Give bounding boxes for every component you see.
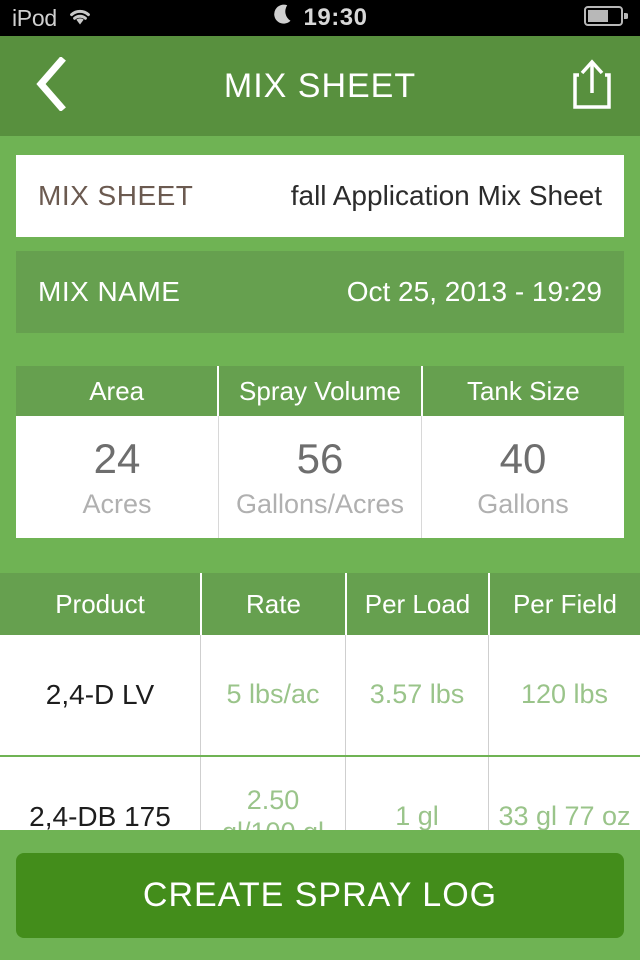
product-per-field: 120 lbs bbox=[520, 679, 609, 710]
product-table: Product Rate Per Load Per Field 2,4-D LV… bbox=[0, 573, 640, 830]
content-scroll-area[interactable]: MIX SHEET fall Application Mix Sheet MIX… bbox=[0, 136, 640, 830]
spray-volume-unit: Gallons/Acres bbox=[235, 488, 405, 519]
product-name-cell: 2,4-D LV bbox=[0, 635, 200, 755]
product-rate-cell: 2.50 gl/100 gl bbox=[200, 757, 345, 830]
spray-volume-value: 56 bbox=[296, 434, 344, 482]
product-per-load-cell: 1 gl bbox=[345, 757, 488, 830]
tank-size-value: 40 bbox=[499, 434, 547, 482]
product-per-field-cell: 120 lbs bbox=[488, 635, 640, 755]
mix-sheet-value: fall Application Mix Sheet bbox=[290, 180, 602, 211]
stats-header-row: Area Spray Volume Tank Size bbox=[16, 366, 624, 416]
stats-cell-area[interactable]: 24 Acres bbox=[16, 416, 218, 538]
chevron-left-icon bbox=[33, 55, 67, 116]
stats-cell-spray-volume[interactable]: 56 Gallons/Acres bbox=[218, 416, 421, 538]
back-button[interactable] bbox=[0, 36, 100, 136]
stats-table: Area Spray Volume Tank Size 24 Acres 56 … bbox=[16, 366, 624, 538]
stats-header-tank: Tank Size bbox=[420, 366, 624, 416]
moon-icon bbox=[273, 3, 295, 33]
share-icon bbox=[570, 57, 614, 116]
product-name: 2,4-D LV bbox=[45, 679, 155, 710]
tank-size-unit: Gallons bbox=[477, 488, 569, 519]
product-header-per-field: Per Field bbox=[488, 573, 640, 635]
status-bar: iPod 19:30 bbox=[0, 0, 640, 36]
area-value: 24 bbox=[93, 434, 141, 482]
product-per-load-cell: 3.57 lbs bbox=[345, 635, 488, 755]
product-name-cell: 2,4-DB 175 bbox=[0, 757, 200, 830]
product-header-row: Product Rate Per Load Per Field bbox=[0, 573, 640, 635]
product-rate: 2.50 gl/100 gl bbox=[222, 785, 324, 830]
status-bar-center: 19:30 bbox=[0, 0, 640, 36]
table-row[interactable]: 2,4-DB 175 2.50 gl/100 gl 1 gl 33 gl 77 … bbox=[0, 757, 640, 830]
stats-header-volume: Spray Volume bbox=[217, 366, 420, 416]
product-rate: 5 lbs/ac bbox=[226, 679, 320, 710]
product-per-load: 1 gl bbox=[395, 801, 439, 830]
product-per-load: 3.57 lbs bbox=[369, 679, 465, 710]
product-name: 2,4-DB 175 bbox=[29, 801, 171, 830]
product-per-field: 33 gl 77 oz bbox=[498, 801, 631, 830]
mix-name-label: MIX NAME bbox=[38, 276, 181, 307]
stats-header-area: Area bbox=[89, 375, 145, 406]
product-header-rate: Rate bbox=[200, 573, 345, 635]
area-unit: Acres bbox=[82, 488, 152, 519]
product-per-field-cell: 33 gl 77 oz bbox=[488, 757, 640, 830]
stats-cell-tank-size[interactable]: 40 Gallons bbox=[421, 416, 624, 538]
mix-name-value: Oct 25, 2013 - 19:29 bbox=[346, 276, 602, 307]
stats-value-row: 24 Acres 56 Gallons/Acres 40 Gallons bbox=[16, 416, 624, 538]
mix-sheet-label: MIX SHEET bbox=[38, 180, 194, 211]
navigation-bar: MIX SHEET bbox=[0, 36, 640, 136]
product-header-product: Product bbox=[55, 588, 145, 619]
table-row[interactable]: 2,4-D LV 5 lbs/ac 3.57 lbs 120 lbs bbox=[0, 635, 640, 757]
mix-sheet-row[interactable]: MIX SHEET fall Application Mix Sheet bbox=[16, 155, 624, 237]
status-time: 19:30 bbox=[303, 4, 368, 31]
footer-bar: CREATE SPRAY LOG bbox=[0, 830, 640, 960]
share-button[interactable] bbox=[544, 36, 640, 136]
product-header-per-load: Per Load bbox=[345, 573, 488, 635]
app-screen: iPod 19:30 MIX SHEET MIX SHEET fall Appl… bbox=[0, 0, 640, 960]
create-spray-log-button[interactable]: CREATE SPRAY LOG bbox=[16, 852, 624, 938]
product-rate-cell: 5 lbs/ac bbox=[200, 635, 345, 755]
mix-name-row[interactable]: MIX NAME Oct 25, 2013 - 19:29 bbox=[16, 251, 624, 333]
